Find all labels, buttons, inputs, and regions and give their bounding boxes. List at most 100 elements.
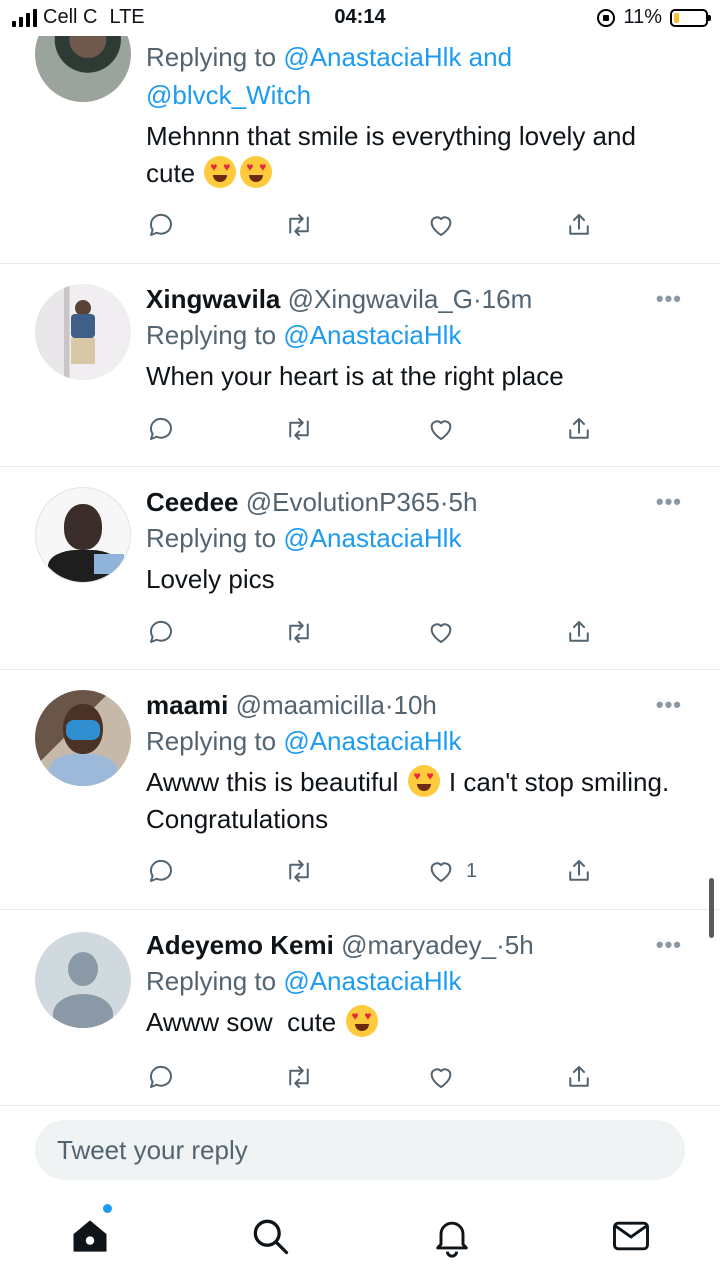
like-button[interactable] [426,208,466,242]
battery-percent: 11% [623,6,662,28]
reply-icon [149,213,172,236]
mention-link[interactable]: @AnastaciaHlk [283,966,461,996]
new-content-dot [103,1204,112,1213]
tweet-time: 10h [393,690,437,720]
mention-link[interactable]: @AnastaciaHlk [283,320,461,350]
tweet-text-part: Awww sow cute [146,1007,337,1037]
tweet-actions [146,615,606,649]
heart-icon [430,862,452,882]
retweet-icon [289,418,309,440]
share-button[interactable] [564,412,594,446]
retweet-button[interactable] [284,1060,314,1094]
reply-button[interactable] [146,412,176,446]
reply-button[interactable] [146,1060,176,1094]
mention-link[interactable]: @AnastaciaHlk [283,523,461,553]
share-icon [569,860,589,881]
replying-to: Replying to @AnastaciaHlk [146,962,680,1000]
tweet-reply-input[interactable]: Tweet your reply [35,1120,685,1180]
nav-home[interactable] [68,1204,112,1258]
like-count: 1 [466,859,478,882]
tweet-text: When your heart is at the right place [146,361,564,391]
tweet-text: Lovely pics [146,564,275,594]
display-name[interactable]: Ceedee [146,487,239,517]
retweet-button[interactable] [284,412,314,446]
status-right: 11% [597,6,711,29]
reply-icon [149,417,172,440]
reply-icon [149,1065,172,1088]
tweet-header: Ceedee @EvolutionP365·5h [146,485,680,519]
retweet-button[interactable] [284,208,314,242]
reply-button[interactable] [146,854,176,888]
share-icon [569,621,589,642]
tweet-text: Awww this is beautiful I can't stop smil… [146,764,680,838]
scrollbar[interactable] [709,878,714,938]
like-button[interactable] [426,1060,466,1094]
rotation-lock-icon [597,8,616,27]
avatar[interactable] [35,690,131,786]
retweet-button[interactable] [284,854,314,888]
replying-prefix: Replying to [146,42,277,72]
nav-messages[interactable] [609,1214,653,1258]
avatar[interactable] [35,487,131,583]
display-name[interactable]: Adeyemo Kemi [146,930,334,960]
user-handle[interactable]: @Xingwavila_G [288,284,473,314]
heart-eyes-emoji [240,156,273,188]
replying-prefix: Replying to [146,966,277,996]
reply-tweet[interactable]: Ceedee @EvolutionP365·5h Replying to @An… [0,467,720,670]
messages-icon [613,1221,649,1251]
display-name[interactable]: Xingwavila [146,284,280,314]
reply-button[interactable] [146,208,176,242]
reply-composer: Tweet your reply [0,1106,720,1192]
user-handle[interactable]: @EvolutionP365 [246,487,440,517]
reply-tweet[interactable]: Xingwavila @Xingwavila_G·16m Replying to… [0,264,720,467]
tweet-text-part: Awww this is beautiful [146,767,399,797]
retweet-button[interactable] [284,615,314,649]
reply-tweet[interactable]: Adeyemo Kemi @maryadey_·5h Replying to @… [0,910,720,1106]
tweet-actions [146,208,606,242]
like-button[interactable]: 1 [426,854,477,888]
default-avatar[interactable] [35,932,131,1028]
share-icon [569,418,589,439]
heart-icon [430,1068,452,1088]
tweet-time: 5h [448,487,478,517]
retweet-icon [289,214,309,236]
reply-tweet[interactable]: maami @maamicilla·10h Replying to @Anast… [0,670,720,910]
like-button[interactable] [426,615,466,649]
home-icon [73,1220,107,1252]
separator-dot: · [496,930,505,960]
more-options-button[interactable]: ••• [656,692,682,718]
heart-icon [430,216,452,236]
tweet-actions [146,412,606,446]
share-button[interactable] [564,208,594,242]
reply-tweet[interactable]: Replying to @AnastaciaHlk and @blvck_Wit… [0,0,720,264]
user-handle[interactable]: @maryadey_ [341,930,496,960]
retweet-icon [289,860,309,882]
more-options-button[interactable]: ••• [656,286,682,312]
reply-button[interactable] [146,615,176,649]
display-name[interactable]: maami [146,690,228,720]
tweet-header: Adeyemo Kemi @maryadey_·5h [146,928,680,962]
heart-icon [430,420,452,440]
avatar[interactable] [35,284,131,380]
like-button[interactable] [426,412,466,446]
bottom-navigation [0,1192,720,1280]
reply-icon [149,620,172,643]
replying-prefix: Replying to [146,523,277,553]
nav-notifications[interactable] [430,1214,474,1258]
more-options-button[interactable]: ••• [656,932,682,958]
share-button[interactable] [564,615,594,649]
share-button[interactable] [564,1060,594,1094]
replying-to: Replying to @AnastaciaHlk and @blvck_Wit… [146,38,680,114]
heart-eyes-emoji [407,765,440,797]
share-icon [569,1066,589,1087]
user-handle[interactable]: @maamicilla [236,690,385,720]
mention-link[interactable]: @AnastaciaHlk [283,726,461,756]
replying-prefix: Replying to [146,726,277,756]
tweet-time: 16m [481,284,533,314]
replying-to: Replying to @AnastaciaHlk [146,316,680,354]
battery-icon [670,8,711,27]
nav-search[interactable] [248,1214,292,1258]
more-options-button[interactable]: ••• [656,489,682,515]
share-button[interactable] [564,854,594,888]
separator-dot: · [473,284,482,314]
